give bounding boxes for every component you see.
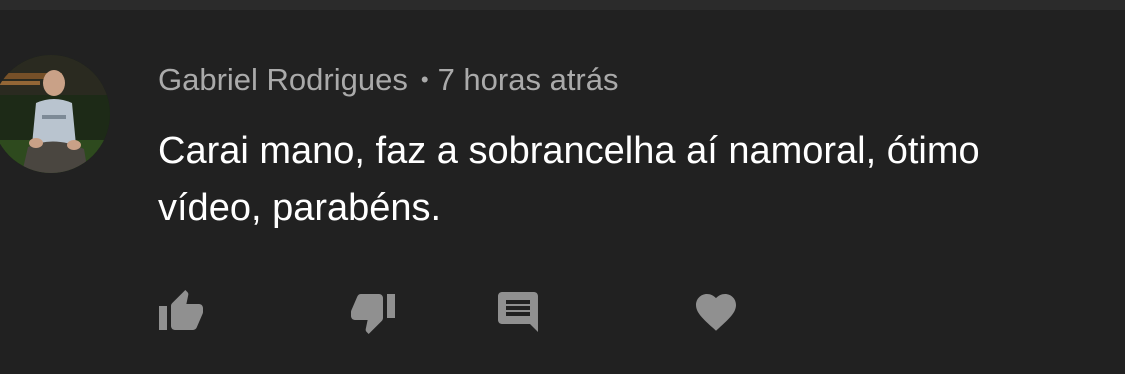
heart-icon: [696, 294, 736, 331]
meta-separator: •: [420, 67, 429, 92]
comment-timestamp: 7 horas atrás: [437, 62, 619, 97]
comment-text: Carai mano, faz a sobrancelha aí namoral…: [158, 130, 980, 229]
author-avatar[interactable]: [0, 55, 110, 173]
comment-meta: Gabriel Rodrigues • 7 horas atrás: [158, 62, 619, 98]
avatar-photo-icon: [0, 55, 110, 173]
thumbs-up-icon: [159, 290, 203, 330]
reply-button[interactable]: [494, 288, 542, 336]
dislike-button[interactable]: [349, 288, 397, 336]
thumbs-down-icon: [351, 294, 395, 334]
comment-reply-icon: [498, 292, 538, 332]
previous-item-divider: [0, 0, 1125, 10]
author-name[interactable]: Gabriel Rodrigues: [158, 62, 408, 97]
like-button[interactable]: [157, 288, 205, 336]
comment-item: Gabriel Rodrigues • 7 horas atrás Carai ma…: [0, 10, 1125, 374]
heart-button[interactable]: [692, 288, 740, 336]
